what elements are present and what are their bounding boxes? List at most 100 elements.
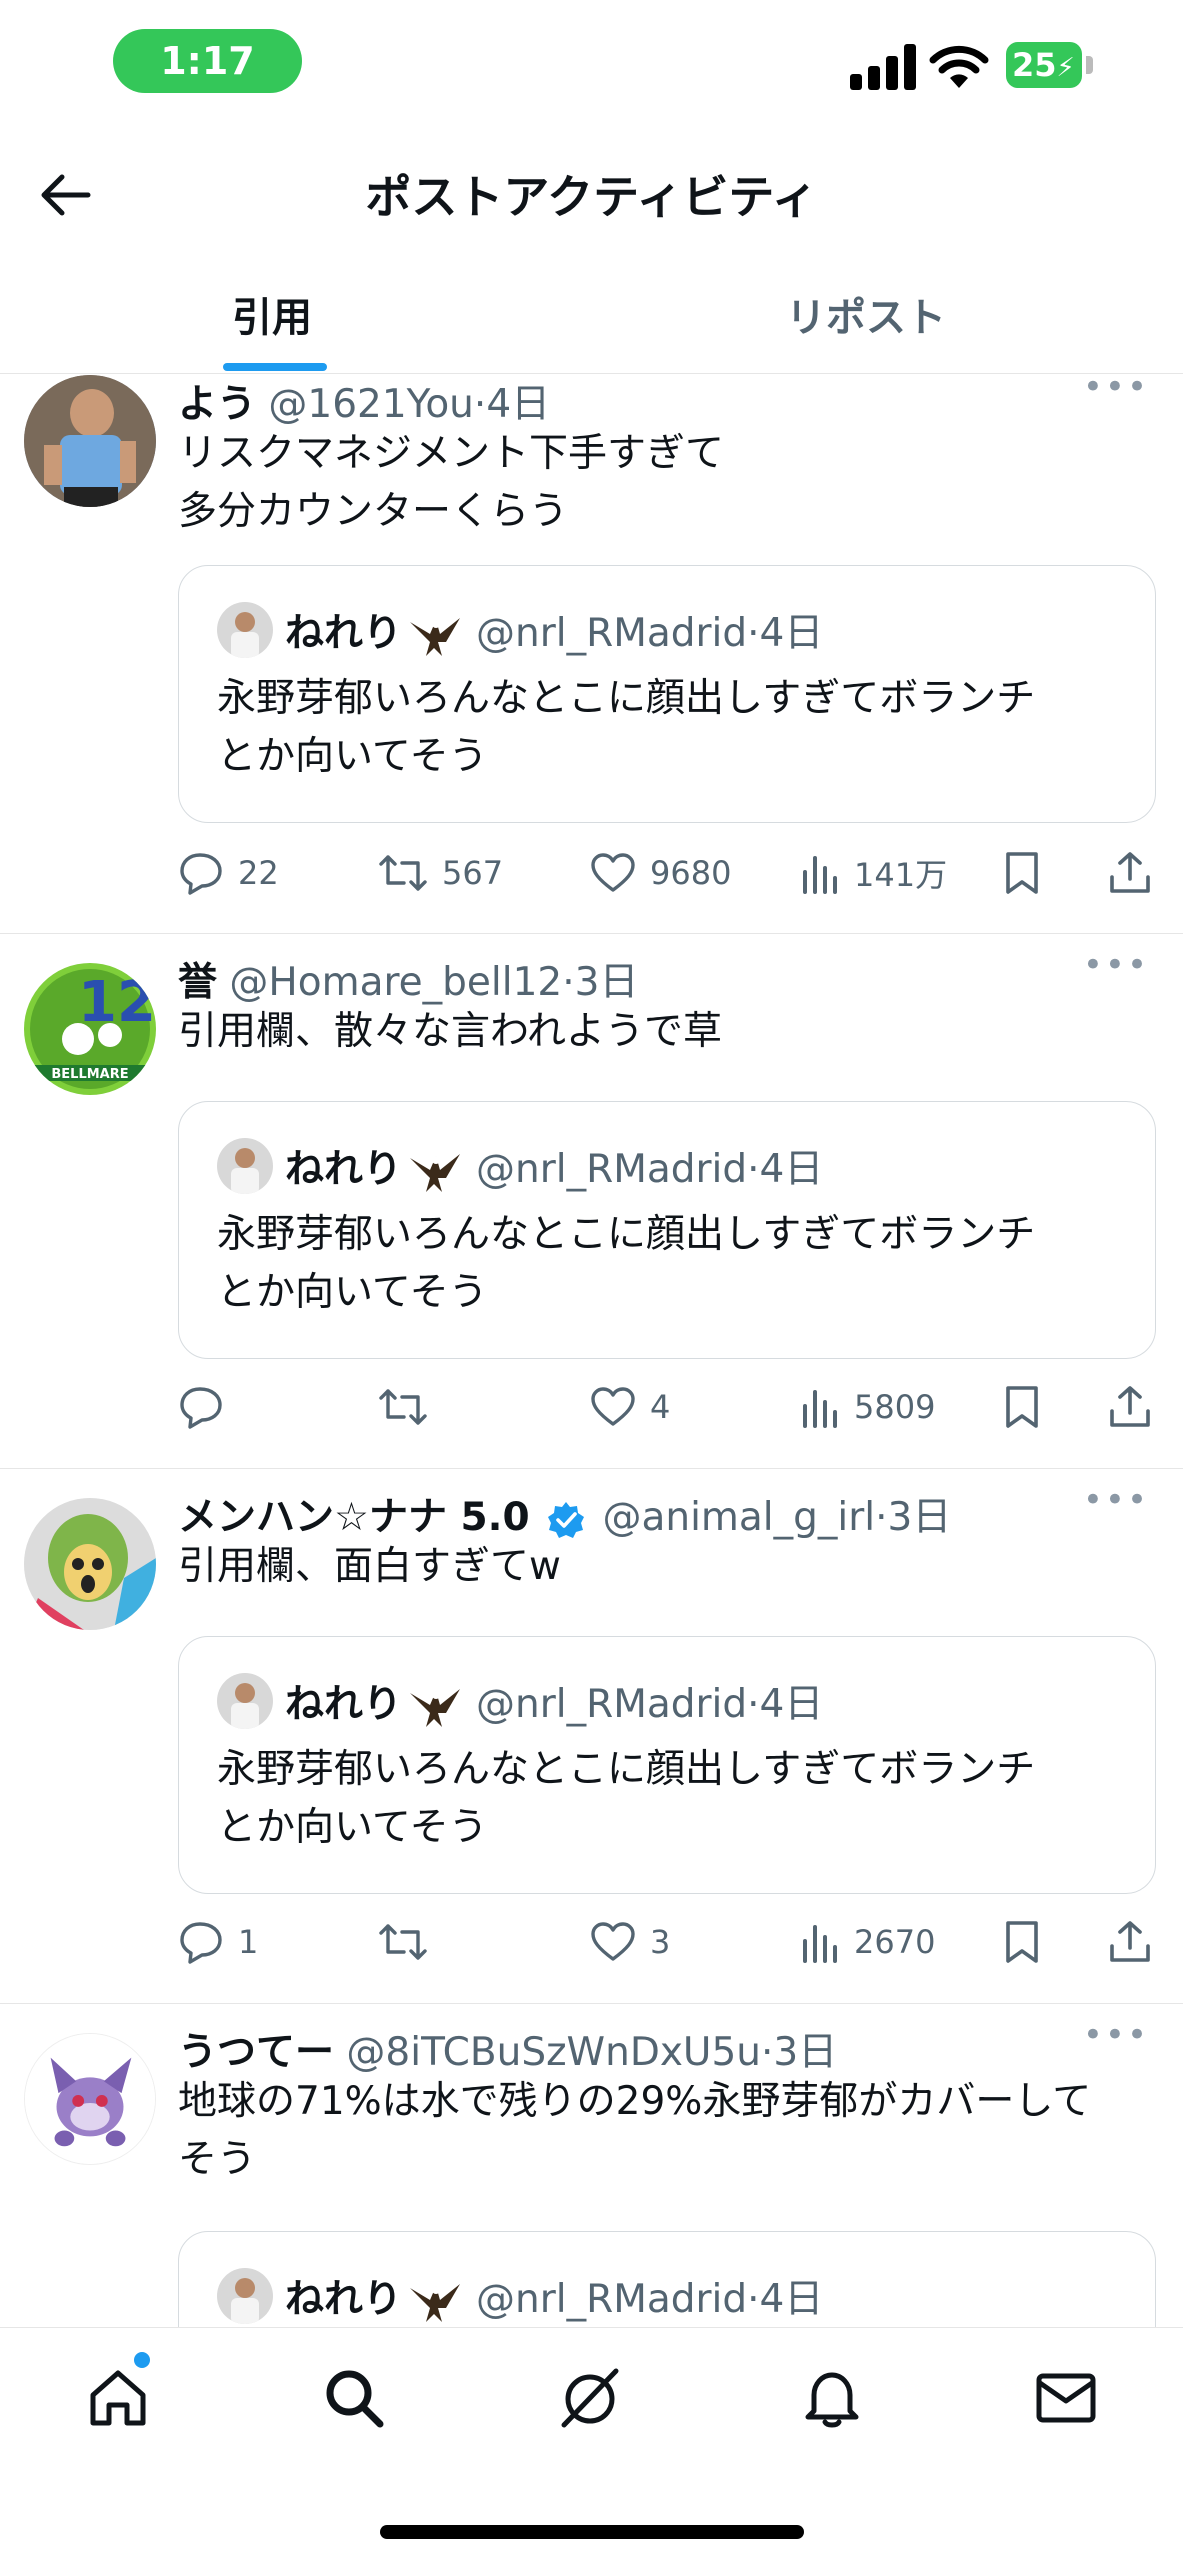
- quoted-post[interactable]: ねれり @nrl_RMadrid·4日 永野芽郁いろんなとこに顔出しすぎてボランチ…: [178, 1636, 1156, 1894]
- quote-post[interactable]: 12 BELLMARE 誉 @Homare_bell12·3日 ••• 引用欄、…: [0, 933, 1183, 1469]
- share-button[interactable]: [1108, 843, 1152, 903]
- wifi-icon: [929, 45, 989, 88]
- verified-badge-icon: [548, 1501, 585, 1538]
- share-icon: [1110, 852, 1150, 893]
- nav-home[interactable]: [82, 2362, 154, 2434]
- quoted-header: ねれり @nrl_RMadrid·4日: [285, 602, 823, 660]
- repost-button[interactable]: [378, 1377, 442, 1437]
- quoted-post-time: 4日: [759, 2277, 824, 2322]
- more-options-button[interactable]: •••: [1083, 945, 1149, 985]
- quoted-post[interactable]: ねれり @nrl_RMadrid·4日 永野芽郁いろんなとこに顔出しすぎてボランチ…: [178, 1101, 1156, 1359]
- bookmark-icon: [1006, 852, 1038, 894]
- like-button[interactable]: 9680: [590, 843, 731, 903]
- quoted-text-line: 永野芽郁いろんなとこに顔出しすぎてボランチ: [217, 1212, 1036, 1257]
- like-count: 3: [650, 1923, 671, 1961]
- quoted-header: ねれり @nrl_RMadrid·4日: [285, 2268, 823, 2326]
- reply-count: 22: [238, 854, 279, 892]
- quoted-post-time: 4日: [759, 1147, 824, 1192]
- like-icon: [591, 853, 635, 892]
- quote-feed: よう @1621You·4日 ••• リスクマネジメント下手すぎて 多分カウンタ…: [0, 373, 1183, 2327]
- reply-icon: [180, 1922, 222, 1964]
- status-bar: 1:17 25⚡: [0, 0, 1183, 125]
- quoted-avatar: [217, 1673, 273, 1729]
- bookmark-button[interactable]: [1004, 843, 1040, 903]
- post-text: 地球の71%は水で残りの29%永野芽郁がカバーして そう: [178, 2073, 1158, 2189]
- quoted-post[interactable]: ねれり @nrl_RMadrid·4日 永野芽郁いろんなとこに顔出しすぎてボランチ…: [178, 565, 1156, 823]
- author-handle[interactable]: @8iTCBuSzWnDxU5u: [346, 2030, 761, 2075]
- views-icon: [803, 1925, 837, 1963]
- share-icon: [1110, 1386, 1150, 1427]
- bottom-navigation: [0, 2327, 1183, 2561]
- like-icon: [591, 1922, 635, 1961]
- author-name[interactable]: よう: [178, 382, 256, 427]
- eagle-emoji-icon: [410, 1688, 461, 1727]
- post-header: メンハン☆ナナ 5.0 @animal_g_irl·3日: [178, 1495, 952, 1540]
- quoted-text-line: とか向いてそう: [217, 1805, 488, 1850]
- author-handle[interactable]: @Homare_bell12: [229, 960, 562, 1005]
- share-button[interactable]: [1108, 1377, 1152, 1437]
- quote-post[interactable]: よう @1621You·4日 ••• リスクマネジメント下手すぎて 多分カウンタ…: [0, 373, 1183, 934]
- eagle-emoji-icon: [410, 617, 461, 656]
- post-text-line: 引用欄、散々な言われようで草: [178, 1009, 723, 1054]
- avatar[interactable]: [24, 1498, 156, 1630]
- bookmark-button[interactable]: [1004, 1377, 1040, 1437]
- quoted-avatar: [217, 2268, 273, 2324]
- views-button[interactable]: 2670: [800, 1912, 935, 1972]
- like-count: 9680: [650, 854, 732, 892]
- quote-post[interactable]: メンハン☆ナナ 5.0 @animal_g_irl·3日 ••• 引用欄、面白す…: [0, 1468, 1183, 2004]
- repost-button[interactable]: [378, 1912, 442, 1972]
- post-text-line: リスクマネジメント下手すぎて: [178, 431, 725, 476]
- nav-grok[interactable]: [555, 2362, 627, 2434]
- author-name[interactable]: メンハン☆ナナ 5.0: [178, 1495, 530, 1540]
- author-name[interactable]: うつてー: [178, 2030, 334, 2075]
- post-text: リスクマネジメント下手すぎて 多分カウンターくらう: [178, 425, 1158, 541]
- post-text-line: そう: [178, 2137, 257, 2182]
- notifications-icon: [805, 2372, 859, 2428]
- author-handle[interactable]: @1621You: [268, 382, 473, 427]
- tab-reposts[interactable]: リポスト: [786, 285, 946, 343]
- nav-search[interactable]: [318, 2362, 390, 2434]
- search-icon: [326, 2370, 384, 2428]
- quoted-post[interactable]: ねれり @nrl_RMadrid·4日: [178, 2231, 1156, 2327]
- quoted-author-handle: @nrl_RMadrid: [476, 2277, 748, 2322]
- views-count: 5809: [854, 1388, 936, 1426]
- like-button[interactable]: 3: [590, 1912, 670, 1972]
- repost-button[interactable]: 567: [378, 843, 503, 903]
- like-button[interactable]: 4: [590, 1377, 670, 1437]
- avatar[interactable]: 12 BELLMARE: [24, 963, 156, 1095]
- reply-icon: [180, 853, 222, 895]
- reply-button[interactable]: [178, 1377, 238, 1437]
- avatar[interactable]: [24, 2033, 156, 2165]
- reply-count: 1: [238, 1923, 259, 1961]
- author-handle[interactable]: @animal_g_irl: [602, 1495, 875, 1540]
- more-options-button[interactable]: •••: [1083, 373, 1149, 407]
- battery-indicator: 25⚡: [1006, 42, 1082, 88]
- bookmark-icon: [1006, 1386, 1038, 1428]
- share-button[interactable]: [1108, 1912, 1152, 1972]
- post-actions: 22 567 9680 141万: [178, 843, 1158, 903]
- quoted-author-handle: @nrl_RMadrid: [476, 611, 748, 656]
- more-options-button[interactable]: •••: [1083, 1480, 1149, 1520]
- avatar[interactable]: [24, 375, 156, 507]
- views-button[interactable]: 5809: [800, 1377, 935, 1437]
- post-actions: 1 3 2670: [178, 1912, 1158, 1972]
- post-text-line: 多分カウンターくらう: [178, 489, 569, 534]
- more-options-button[interactable]: •••: [1083, 2015, 1149, 2055]
- cellular-signal-icon: [850, 42, 916, 90]
- quoted-author-handle: @nrl_RMadrid: [476, 1682, 748, 1727]
- quoted-author-name: ねれり: [285, 1147, 403, 1192]
- reply-button[interactable]: 22: [178, 843, 279, 903]
- bookmark-button[interactable]: [1004, 1912, 1040, 1972]
- quoted-avatar: [217, 602, 273, 658]
- quote-post[interactable]: うつてー @8iTCBuSzWnDxU5u·3日 ••• 地球の71%は水で残り…: [0, 2003, 1183, 2327]
- tab-quotes[interactable]: 引用: [232, 285, 312, 343]
- quoted-header: ねれり @nrl_RMadrid·4日: [285, 1138, 823, 1196]
- reply-button[interactable]: 1: [178, 1912, 258, 1972]
- views-button[interactable]: 141万: [800, 843, 947, 903]
- post-header: 誉 @Homare_bell12·3日: [178, 960, 639, 1005]
- post-header: うつてー @8iTCBuSzWnDxU5u·3日: [178, 2030, 838, 2075]
- author-name[interactable]: 誉: [178, 960, 217, 1005]
- nav-messages[interactable]: [1030, 2362, 1102, 2434]
- nav-notifications[interactable]: [796, 2362, 868, 2434]
- quoted-author-name: ねれり: [285, 611, 403, 656]
